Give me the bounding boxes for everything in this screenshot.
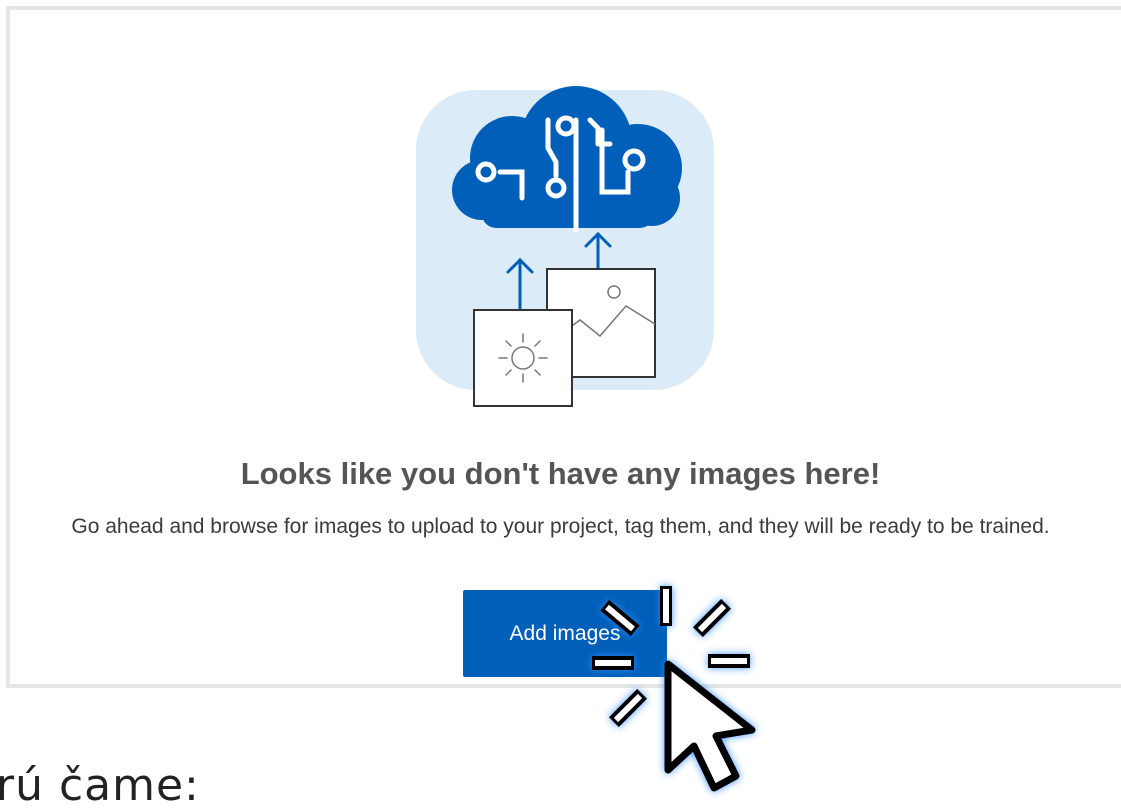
caption-fragment: rú čame: [0,760,200,811]
empty-state-description: Go ahead and browse for images to upload… [71,515,1050,538]
cloud-upload-illustration-icon [416,86,714,407]
mouse-pointer-click-icon [592,586,756,792]
empty-state-heading: Looks like you don't have any images her… [240,456,881,491]
